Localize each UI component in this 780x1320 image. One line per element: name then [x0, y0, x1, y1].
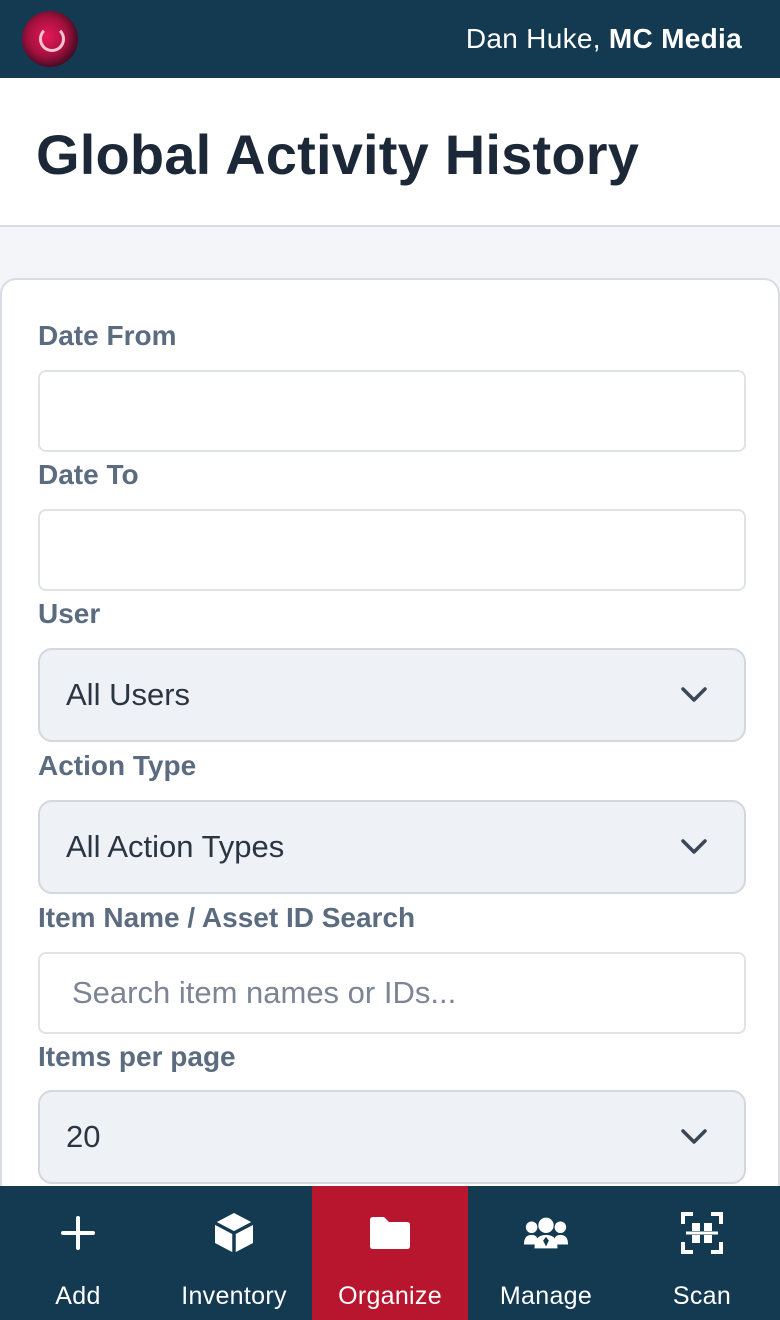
user-name: Dan Huke,: [465, 23, 601, 54]
date-to-input[interactable]: [38, 509, 746, 591]
page-header: Global Activity History: [0, 78, 780, 227]
app-logo[interactable]: [22, 11, 78, 67]
nav-scan-label: Scan: [672, 1282, 732, 1310]
users-icon: [523, 1210, 569, 1256]
action-type-select[interactable]: All Action Types: [38, 800, 746, 894]
date-from-input[interactable]: [38, 370, 746, 452]
organization-name: MC Media: [608, 23, 742, 54]
nav-manage[interactable]: Manage: [468, 1186, 624, 1320]
chevron-down-icon: [681, 687, 707, 702]
folder-icon: [367, 1210, 413, 1256]
chevron-down-icon: [681, 839, 707, 854]
user-select[interactable]: All Users: [38, 648, 746, 742]
search-input[interactable]: [38, 952, 746, 1034]
top-bar: Dan Huke, MC Media: [0, 0, 780, 78]
nav-organize[interactable]: Organize: [312, 1186, 468, 1320]
filter-card: Date From Date To User All Users Action …: [0, 278, 780, 1278]
user-label: User: [38, 598, 101, 629]
date-from-label: Date From: [38, 320, 177, 351]
nav-add-label: Add: [55, 1282, 101, 1310]
nav-inventory[interactable]: Inventory: [156, 1186, 312, 1320]
nav-add[interactable]: Add: [0, 1186, 156, 1320]
box-icon: [211, 1210, 257, 1256]
search-label: Item Name / Asset ID Search: [38, 902, 416, 933]
plus-icon: [55, 1210, 101, 1256]
user-select-value: All Users: [66, 677, 191, 712]
action-type-label: Action Type: [38, 750, 197, 781]
scan-icon: [679, 1210, 725, 1256]
page-title: Global Activity History: [36, 123, 640, 186]
account-switcher[interactable]: Dan Huke, MC Media: [466, 23, 742, 55]
bottom-nav: Add Inventory Organize Manage Scan: [0, 1186, 780, 1320]
items-per-page-value: 20: [66, 1119, 101, 1154]
chevron-down-icon: [681, 1129, 707, 1144]
nav-scan[interactable]: Scan: [624, 1186, 780, 1320]
action-type-select-value: All Action Types: [66, 829, 285, 864]
date-to-label: Date To: [38, 459, 139, 490]
nav-inventory-label: Inventory: [181, 1282, 287, 1310]
nav-manage-label: Manage: [499, 1282, 593, 1310]
nav-organize-label: Organize: [338, 1282, 442, 1310]
items-per-page-label: Items per page: [38, 1041, 236, 1072]
items-per-page-select[interactable]: 20: [38, 1090, 746, 1184]
